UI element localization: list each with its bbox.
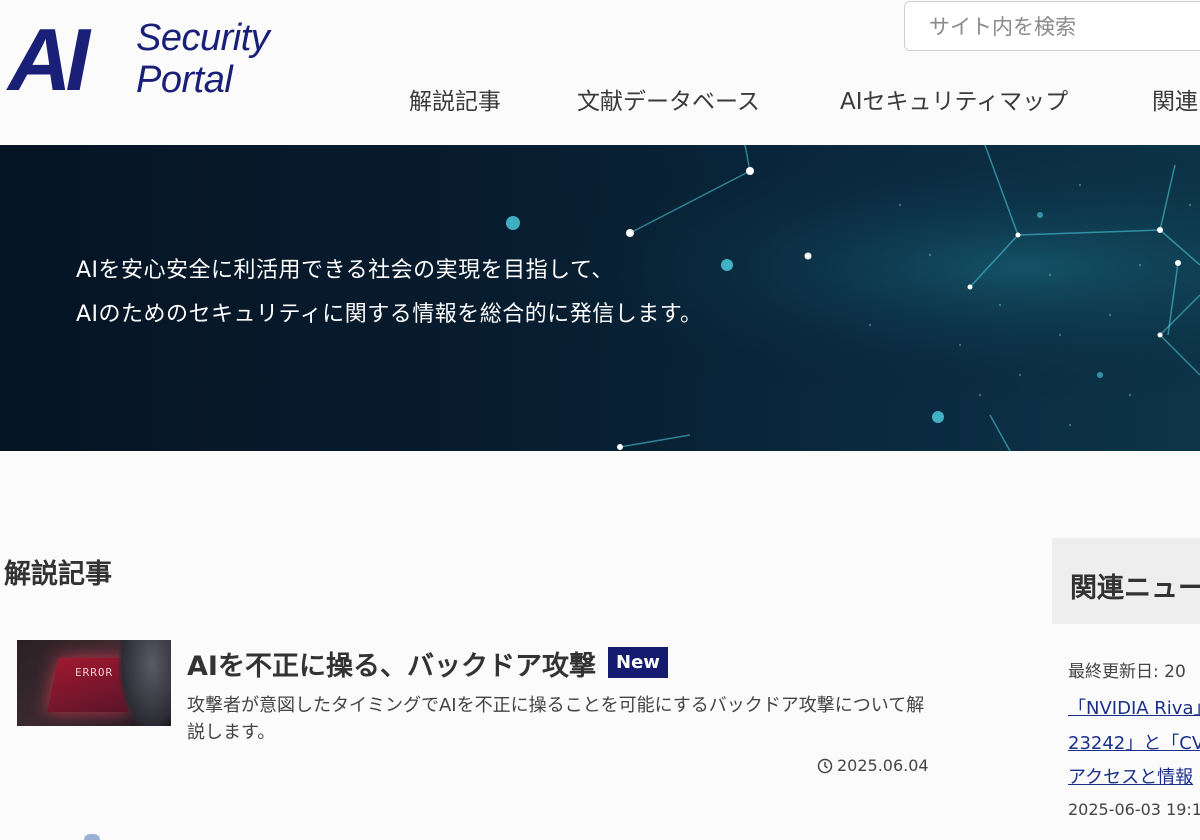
- search-box[interactable]: [904, 1, 1200, 51]
- logo-text-security: Security: [136, 17, 270, 59]
- next-article-thumbnail[interactable]: [84, 834, 100, 840]
- logo-text-portal: Portal: [136, 59, 233, 101]
- article-title[interactable]: AIを不正に操る、バックドア攻撃: [187, 644, 596, 683]
- nav-item-related[interactable]: 関連: [1152, 82, 1198, 116]
- thumbnail-error-text: ERROR: [75, 666, 114, 679]
- hero-tagline: AIを安心安全に利活用できる社会の実現を目指して、 AIのためのセキュリティに関…: [76, 249, 703, 337]
- site-logo[interactable]: AI Security Portal: [8, 16, 308, 104]
- nav-item-ai-security-map[interactable]: AIセキュリティマップ: [840, 82, 1068, 116]
- hero-tagline-line2: AIのためのセキュリティに関する情報を総合的に発信します。: [76, 302, 703, 327]
- news-date: 2025-06-03 19:1: [1068, 800, 1200, 819]
- news-link-line3[interactable]: アクセスと情報: [1068, 763, 1193, 789]
- article-description: 攻撃者が意図したタイミングでAIを不正に操ることを可能にするバックドア攻撃につい…: [187, 695, 925, 743]
- sidebar-title: 関連ニュー: [1070, 573, 1200, 604]
- article-thumbnail[interactable]: ERROR: [17, 640, 171, 726]
- article-date-text: 2025.06.04: [837, 756, 929, 775]
- nav-item-articles[interactable]: 解説記事: [409, 82, 501, 116]
- clock-icon: [817, 758, 833, 774]
- section-title-articles: 解説記事: [4, 559, 112, 590]
- news-link-line1[interactable]: 「NVIDIA Riva」: [1068, 694, 1200, 720]
- thumbnail-hacker-figure: [117, 640, 171, 726]
- news-link-line2[interactable]: 23242」と「CV: [1068, 729, 1200, 755]
- nav-item-literature-database[interactable]: 文献データベース: [577, 82, 760, 116]
- hero-tagline-line1: AIを安心安全に利活用できる社会の実現を目指して、: [76, 258, 614, 283]
- logo-mark: AI: [8, 10, 90, 109]
- search-input[interactable]: [927, 14, 1200, 40]
- article-card[interactable]: ERROR AIを不正に操る、バックドア攻撃 New 攻撃者が意図したタイミング…: [17, 640, 937, 790]
- hero-banner: AIを安心安全に利活用できる社会の実現を目指して、 AIのためのセキュリティに関…: [0, 145, 1200, 451]
- sidebar-header: 関連ニュー: [1052, 538, 1200, 624]
- new-badge: New: [608, 647, 668, 678]
- article-date: 2025.06.04: [817, 756, 929, 775]
- sidebar-last-updated: 最終更新日: 20: [1068, 662, 1186, 682]
